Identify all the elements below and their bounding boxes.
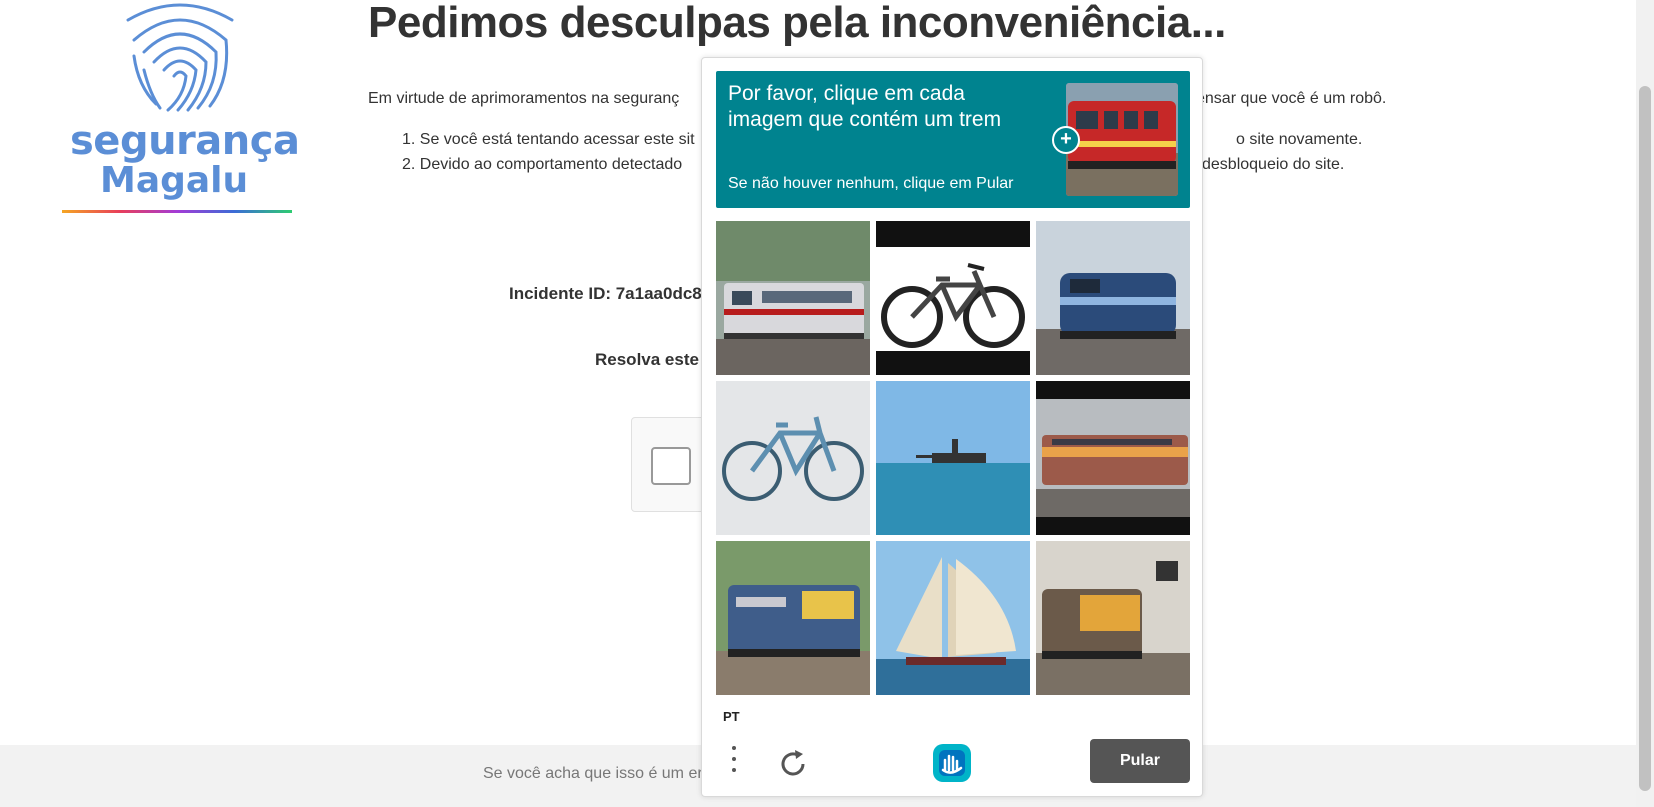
image-tile-2[interactable] [876,221,1030,375]
list-item: 1. Se você está tentando acessar este si… [402,131,695,148]
footer-text: Se você acha que isso é um er [483,765,703,782]
resolve-label: Resolva este C [595,350,716,369]
language-selector[interactable]: PT [723,709,740,724]
logo-word-seguranca: segurança [70,118,300,164]
captcha-checkbox[interactable] [651,447,691,485]
image-tile-4[interactable] [716,381,870,535]
image-tile-9[interactable] [1036,541,1190,695]
prompt-subtitle: Se não houver nenhum, clique em Pular [728,175,1014,192]
image-tile-8[interactable] [876,541,1030,695]
image-tile-6[interactable] [1036,381,1190,535]
challenge-prompt: Por favor, clique em cada imagem que con… [716,71,1190,208]
menu-dots-icon[interactable] [728,746,740,780]
image-grid [716,221,1190,695]
intro-text: Em virtude de aprimoramentos na seguranç [368,90,680,107]
page-title: Pedimos desculpas pela inconveniência... [368,0,1226,47]
scrollbar-thumb[interactable] [1639,86,1651,791]
logo-word-magalu: Magalu [100,160,249,201]
prompt-title: Por favor, clique em cada imagem que con… [728,82,1002,131]
image-tile-1[interactable] [716,221,870,375]
incident-id: Incidente ID: 7a1aa0dc85 [509,284,712,303]
plus-icon[interactable]: + [1052,126,1080,154]
image-tile-5[interactable] [876,381,1030,535]
intro-text-tail: ensar que você é um robô. [1196,90,1387,107]
refresh-icon[interactable] [777,748,809,780]
seguranca-magalu-logo: segurança Magalu [62,0,300,220]
hcaptcha-logo-icon [933,744,971,782]
captcha-challenge-modal: Por favor, clique em cada imagem que con… [701,57,1203,797]
list-item-tail: o site novamente. [1236,131,1363,148]
image-tile-7[interactable] [716,541,870,695]
skip-button[interactable]: Pular [1090,739,1190,783]
image-tile-3[interactable] [1036,221,1190,375]
fingerprint-icon [126,3,234,112]
list-item-tail: desbloqueio do site. [1202,156,1345,173]
logo-gradient-bar [62,210,292,213]
list-item: 2. Devido ao comportamento detectado [402,156,683,173]
example-image [1066,83,1178,196]
